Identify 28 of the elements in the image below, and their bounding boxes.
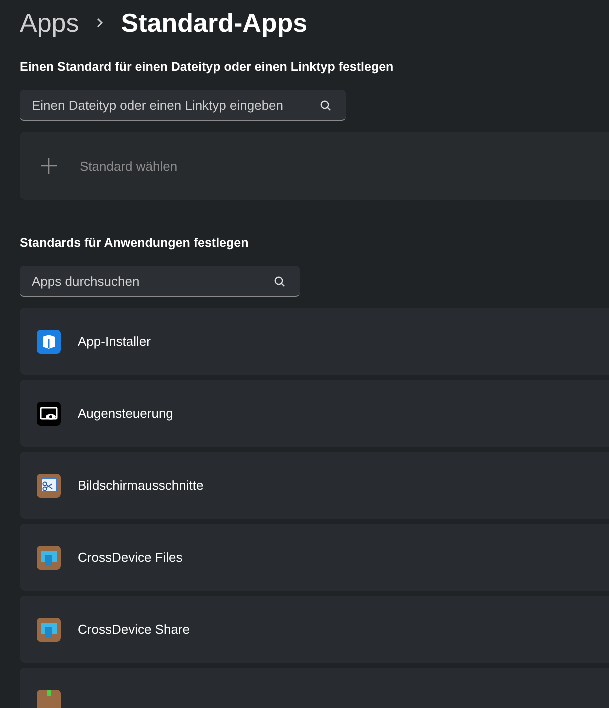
search-field[interactable]: Apps durchsuchen [20, 266, 300, 297]
app-list-item[interactable]: Bildschirmausschnitte [20, 452, 609, 519]
plus-icon [40, 157, 58, 175]
page-title: Standard-Apps [121, 8, 308, 38]
search-icon [274, 276, 286, 288]
app-list-item[interactable]: CrossDevice Files [20, 524, 609, 591]
breadcrumb-link[interactable]: Apps [20, 8, 80, 38]
scissors-screen-icon [37, 474, 61, 498]
app-name: CrossDevice Files [78, 550, 183, 565]
app-icon [37, 690, 61, 708]
app-name: Augensteuerung [78, 406, 174, 421]
eye-screen-icon [37, 402, 61, 426]
monitor-icon [37, 546, 61, 570]
app-list-item[interactable]: CrossDevice Share [20, 596, 609, 663]
section-heading: Standards für Anwendungen festlegen [20, 236, 250, 250]
add-default-card[interactable]: Standard wählen [20, 132, 609, 200]
monitor-icon [37, 618, 61, 642]
chevron-icon [95, 17, 106, 29]
package-icon [37, 330, 61, 354]
app-name: CrossDevice Share [78, 622, 190, 637]
section-heading: Einen Standard für einen Dateityp oder einen Linktyp festlegen [20, 60, 395, 74]
app-list-item[interactable]: App-Installer [20, 308, 609, 375]
search-icon [320, 100, 332, 112]
app-name: Bildschirmausschnitte [78, 478, 204, 493]
search-field[interactable]: Einen Dateityp oder einen Linktyp eingeben [20, 90, 346, 121]
add-default-label: Standard wählen [80, 158, 178, 174]
app-name: App-Installer [78, 334, 151, 349]
app-list-item[interactable]: Augensteuerung [20, 380, 609, 447]
